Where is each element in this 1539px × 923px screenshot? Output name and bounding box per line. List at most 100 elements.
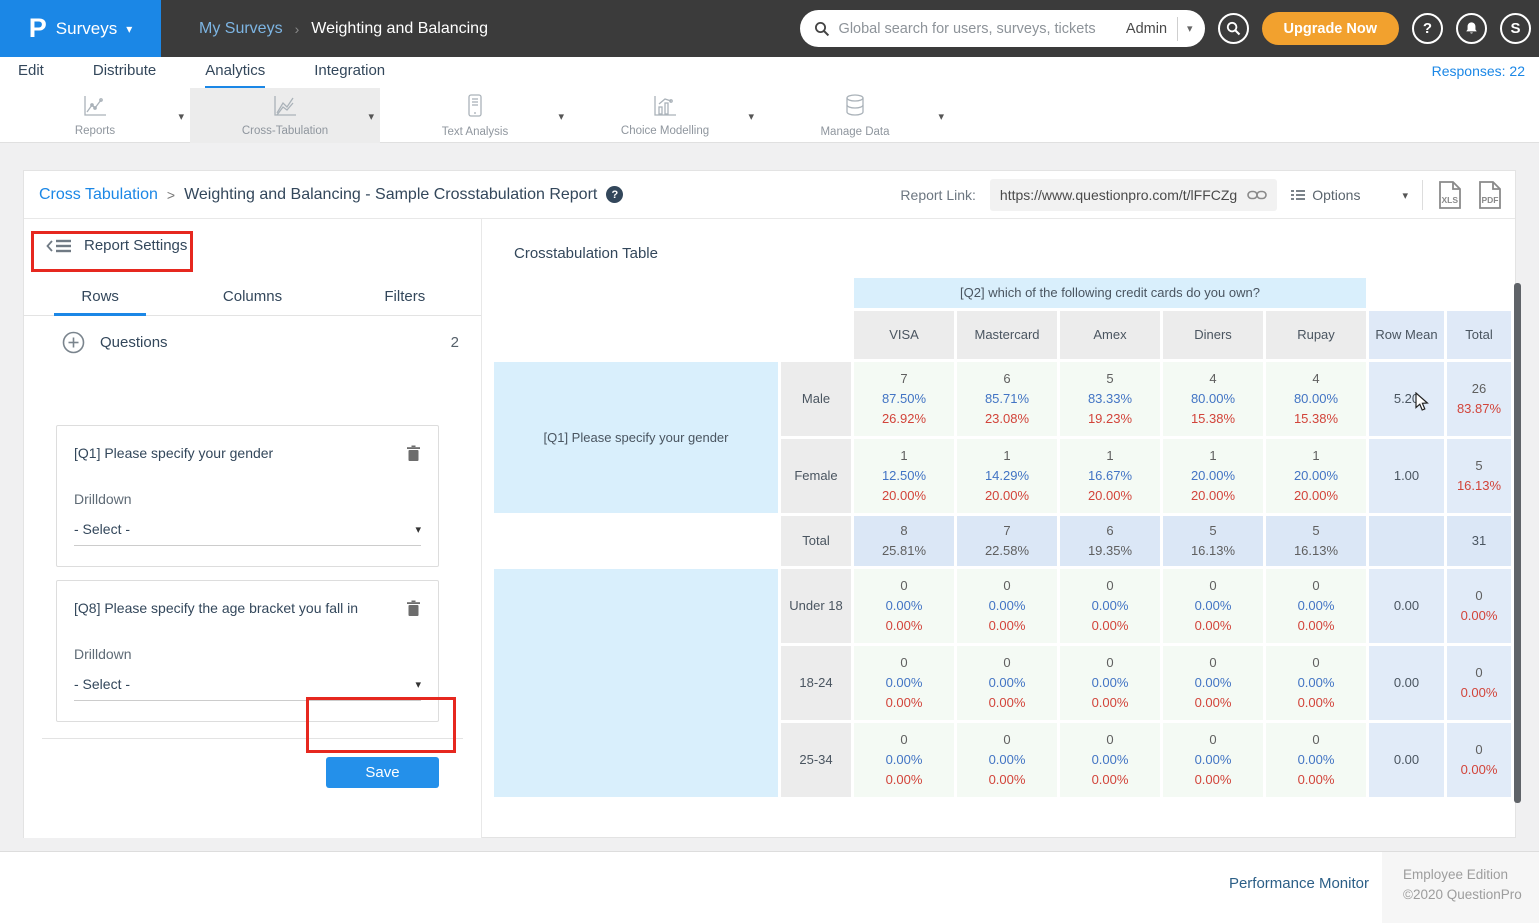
vertical-scrollbar[interactable] xyxy=(1514,283,1521,803)
chevron-down-icon[interactable]: ▾ xyxy=(938,110,944,123)
page-footer: Performance Monitor Employee Edition ©20… xyxy=(0,851,1539,923)
crosstab-cell: 120.00%20.00% xyxy=(1266,439,1366,513)
toolbar-cross-tabulation[interactable]: Cross-Tabulation▾ xyxy=(190,88,380,143)
column-header: Rupay xyxy=(1266,311,1366,359)
link-icon[interactable] xyxy=(1247,189,1267,201)
chevron-down-icon: ▾ xyxy=(415,523,421,536)
breadcrumb-separator-icon: › xyxy=(295,21,300,37)
question-card: [Q1] Please specify your genderDrilldown… xyxy=(56,425,439,567)
report-settings-panel: Report Settings RowsColumnsFilters Quest… xyxy=(24,219,482,838)
search-scope-label[interactable]: Admin xyxy=(1126,21,1177,37)
help-icon[interactable]: ? xyxy=(606,186,623,203)
total-cell: 516.13% xyxy=(1266,516,1366,566)
column-header: Amex xyxy=(1060,311,1160,359)
settings-tab-filters[interactable]: Filters xyxy=(329,282,481,315)
edition-box: Employee Edition ©2020 QuestionPro xyxy=(1382,852,1539,923)
crosstab-cell: 787.50%26.92% xyxy=(854,362,954,436)
chevron-down-icon[interactable]: ▾ xyxy=(178,110,184,123)
options-label: Options xyxy=(1312,187,1360,203)
report-title-bar: Cross Tabulation > Weighting and Balanci… xyxy=(24,171,1515,219)
column-header: VISA xyxy=(854,311,954,359)
delete-question-icon[interactable] xyxy=(406,600,421,622)
notifications-button[interactable] xyxy=(1456,13,1487,44)
export-pdf-button[interactable]: PDF xyxy=(1477,180,1503,210)
row-label: Under 18 xyxy=(781,569,851,643)
crosstab-cell: 583.33%19.23% xyxy=(1060,362,1160,436)
search-icon xyxy=(814,21,830,37)
row-mean-cell: 0.00 xyxy=(1369,569,1444,643)
crosstab-cell: 480.00%15.38% xyxy=(1163,362,1263,436)
row-total-cell: 516.13% xyxy=(1447,439,1511,513)
search-icon xyxy=(1226,21,1241,36)
chevron-down-icon[interactable]: ▾ xyxy=(558,110,564,123)
choice-modelling-icon xyxy=(653,95,677,122)
row-total-cell: 2683.87% xyxy=(1447,362,1511,436)
crosstab-area: Crosstabulation Table [Q2] which of the … xyxy=(483,219,1516,838)
question-card-title: [Q8] Please specify the age bracket you … xyxy=(74,600,406,616)
options-caret-icon[interactable]: ▾ xyxy=(1402,189,1408,202)
chevron-down-icon: ▾ xyxy=(126,22,132,36)
cross-tabulation-link[interactable]: Cross Tabulation xyxy=(39,186,158,204)
questionpro-app: P Surveys ▾ My Surveys › Weighting and B… xyxy=(0,0,1539,923)
toolbar-text-analysis[interactable]: Text Analysis▾ xyxy=(380,88,570,143)
survey-nav: Edit Distribute Analytics Integration Respo… xyxy=(0,57,1539,88)
add-question-icon[interactable] xyxy=(62,331,85,354)
breadcrumb: My Surveys › Weighting and Balancing xyxy=(199,20,488,38)
crosstab-cell: 00.00%0.00% xyxy=(957,646,1057,720)
search-submit-button[interactable] xyxy=(1218,13,1249,44)
toolbar-reports[interactable]: Reports▾ xyxy=(0,88,190,143)
product-switcher[interactable]: P Surveys ▾ xyxy=(0,0,161,57)
crosstab-cell: 00.00%0.00% xyxy=(957,569,1057,643)
drilldown-select[interactable]: - Select -▾ xyxy=(74,521,421,546)
title-separator-icon: > xyxy=(167,187,175,203)
nav-tab-analytics[interactable]: Analytics xyxy=(205,57,265,88)
settings-tabs: RowsColumnsFilters xyxy=(24,282,481,316)
chevron-down-icon[interactable]: ▾ xyxy=(368,110,374,123)
search-placeholder: Global search for users, surveys, ticket… xyxy=(839,21,1126,37)
edition-label: Employee Edition xyxy=(1403,865,1539,885)
report-title: Weighting and Balancing - Sample Crossta… xyxy=(184,186,597,204)
copyright-label: ©2020 QuestionPro xyxy=(1403,885,1539,905)
search-scope-caret-icon[interactable]: ▾ xyxy=(1187,22,1193,35)
total-cell: 825.81% xyxy=(854,516,954,566)
report-link-field[interactable]: https://www.questionpro.com/t/lFFCZg xyxy=(990,179,1277,211)
settings-tab-columns[interactable]: Columns xyxy=(176,282,328,315)
total-row-label: Total xyxy=(781,516,851,566)
help-button[interactable]: ? xyxy=(1412,13,1443,44)
nav-tab-distribute[interactable]: Distribute xyxy=(93,57,156,88)
spacer-cell xyxy=(494,311,851,359)
chevron-down-icon[interactable]: ▾ xyxy=(748,110,754,123)
delete-question-icon[interactable] xyxy=(406,445,421,467)
global-search-input[interactable]: Global search for users, surveys, ticket… xyxy=(800,10,1205,47)
export-xls-button[interactable]: XLS xyxy=(1437,180,1463,210)
drilldown-label: Drilldown xyxy=(74,646,421,662)
question-card: [Q8] Please specify the age bracket you … xyxy=(56,580,439,722)
save-button[interactable]: Save xyxy=(326,757,439,788)
drilldown-select[interactable]: - Select -▾ xyxy=(74,676,421,701)
line-chart-icon xyxy=(83,95,107,122)
column-header: Mastercard xyxy=(957,311,1057,359)
crosstab-cell: 00.00%0.00% xyxy=(1266,723,1366,797)
crosstab-cell: 00.00%0.00% xyxy=(854,646,954,720)
questions-row[interactable]: Questions 2 xyxy=(62,329,459,355)
performance-monitor-link[interactable]: Performance Monitor xyxy=(1229,875,1369,892)
options-button[interactable]: Options xyxy=(1291,187,1360,203)
text-analysis-icon xyxy=(466,94,484,123)
report-settings-toggle[interactable]: Report Settings xyxy=(46,237,187,254)
drilldown-select-value: - Select - xyxy=(74,521,415,537)
nav-tab-edit[interactable]: Edit xyxy=(18,57,44,88)
crosstab-title: Crosstabulation Table xyxy=(514,245,658,262)
settings-tab-rows[interactable]: Rows xyxy=(24,282,176,315)
toolbar-choice-modelling[interactable]: Choice Modelling▾ xyxy=(570,88,760,143)
report-panel: Cross Tabulation > Weighting and Balanci… xyxy=(23,170,1516,838)
breadcrumb-my-surveys[interactable]: My Surveys xyxy=(199,20,283,38)
report-link-url[interactable]: https://www.questionpro.com/t/lFFCZg xyxy=(1000,187,1237,203)
avatar[interactable]: S xyxy=(1500,13,1531,44)
nav-tab-integration[interactable]: Integration xyxy=(314,57,385,88)
total-cell: 722.58% xyxy=(957,516,1057,566)
responses-count[interactable]: Responses: 22 xyxy=(1432,63,1525,79)
top-header: P Surveys ▾ My Surveys › Weighting and B… xyxy=(0,0,1539,57)
toolbar-manage-data[interactable]: Manage Data▾ xyxy=(760,88,950,143)
upgrade-now-button[interactable]: Upgrade Now xyxy=(1262,12,1399,45)
crosstab-cell: 00.00%0.00% xyxy=(854,723,954,797)
